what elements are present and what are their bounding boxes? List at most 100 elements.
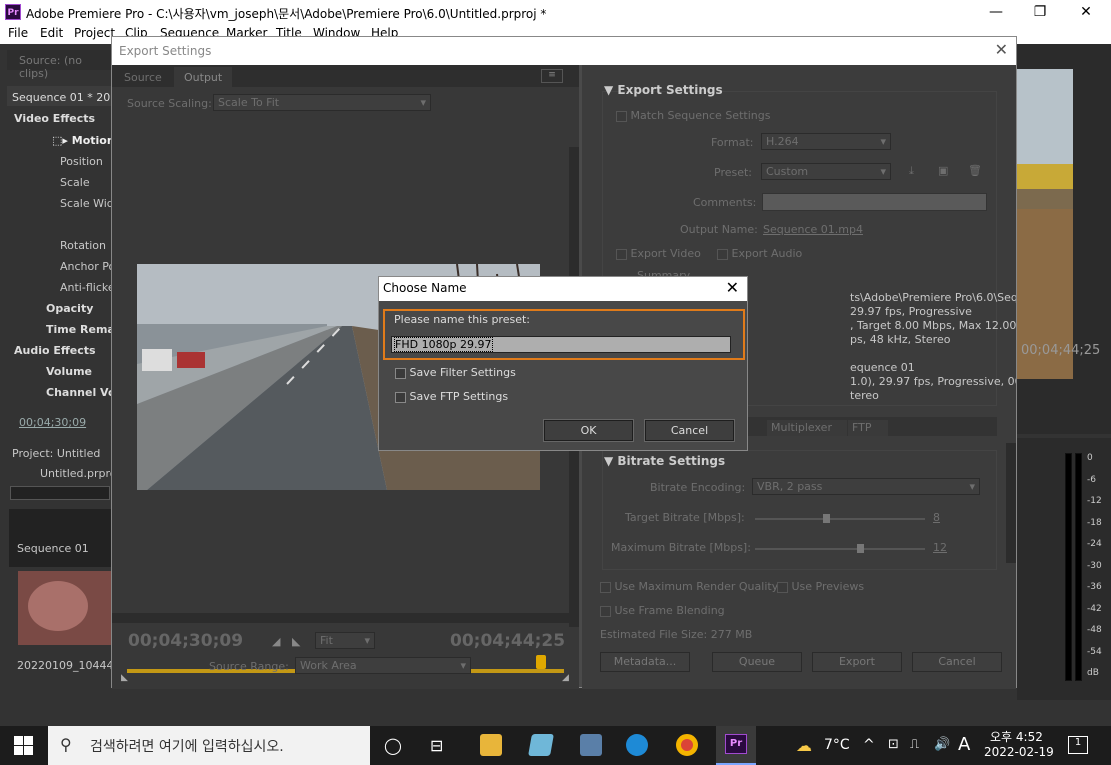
ime-indicator[interactable]: A [958,734,970,755]
preview-hscrollbar[interactable] [112,613,569,623]
windows-start-icon[interactable] [14,736,34,756]
sequence-thumbnail[interactable] [9,509,112,567]
format-select[interactable]: H.264 ▾ [761,133,891,150]
premiere-taskbar-button[interactable]: Pr [716,726,756,765]
maximize-button[interactable]: ❐ [1017,0,1063,24]
range-start-handle-icon[interactable]: ◣ [121,673,128,683]
cancel-button[interactable]: Cancel [912,652,1002,672]
choose-name-close-icon[interactable]: ✕ [726,278,739,297]
clip-thumbnail[interactable] [18,571,112,645]
comments-input[interactable] [762,193,987,211]
taskbar-search-box[interactable]: ⚲ 검색하려면 여기에 입력하십시오. [48,726,370,765]
tab-source[interactable]: Source [124,71,162,84]
bitrate-settings-heading[interactable]: ▼ Bitrate Settings [604,454,725,468]
file-explorer-icon[interactable] [480,734,502,756]
queue-button[interactable]: Queue [712,652,802,672]
target-bitrate-slider[interactable] [755,514,925,523]
minimize-button[interactable]: — [973,0,1019,24]
meter-scale-label: -36 [1087,582,1102,592]
settings-scrollbar[interactable] [1006,443,1016,563]
meter-scale-label: -18 [1087,517,1102,528]
target-bitrate-value[interactable]: 8 [933,511,940,524]
meter-scale-label: -54 [1087,646,1102,657]
max-bitrate-value[interactable]: 12 [933,541,947,554]
ok-button[interactable]: OK [543,419,634,442]
edge-browser-icon[interactable] [626,734,648,756]
export-video-label: Export Video [630,247,701,260]
chrome-browser-icon[interactable] [676,734,698,756]
project-tab[interactable]: Project: Untitled [12,447,100,460]
export-settings-heading[interactable]: ▼ Export Settings [604,83,723,97]
effect-controls-timecode[interactable]: 00;04;30;09 [19,416,86,429]
frame-blending-checkbox[interactable]: Use Frame Blending [600,604,725,617]
volume-icon[interactable]: 🔊 [934,737,950,752]
motion-effect[interactable]: ⬚▸ Motion [52,134,115,147]
range-end-handle-icon[interactable]: ◢ [562,673,569,683]
tab-output[interactable]: Output [174,67,232,87]
max-render-quality-checkbox[interactable]: Use Maximum Render Quality [600,580,778,593]
close-button[interactable]: ✕ [1063,0,1109,24]
clock-time[interactable]: 오후 4:52 [990,728,1043,745]
export-button[interactable]: Export [812,652,902,672]
weather-temp[interactable]: 7°C [824,737,850,753]
anchor-point-property[interactable]: Anchor Po [60,260,115,273]
bitrate-encoding-select[interactable]: VBR, 2 pass ▾ [752,478,980,495]
slider-thumb[interactable] [857,544,864,553]
scale-width-property[interactable]: Scale Wid [60,197,114,210]
chevron-up-icon[interactable]: ^ [863,737,875,753]
task-view-icon[interactable]: ◯ [384,736,402,755]
antiflicker-property[interactable]: Anti-flicke [60,281,115,294]
sequence-item-label[interactable]: Sequence 01 [17,542,89,555]
rotation-property[interactable]: Rotation [60,239,106,252]
panel-menu-icon[interactable]: ≡ [541,69,563,83]
import-preset-icon[interactable]: ▣ [938,164,948,177]
preset-name-value: FHD 1080p 29.97 [394,337,493,352]
source-range-select[interactable]: Work Area ▾ [295,657,471,674]
max-bitrate-slider[interactable] [755,544,925,553]
export-audio-checkbox[interactable]: Export Audio [717,247,802,260]
source-scaling-select[interactable]: Scale To Fit ▾ [213,94,431,111]
notification-icon[interactable]: 1 [1068,736,1088,754]
metadata-button[interactable]: Metadata... [600,652,690,672]
widgets-icon[interactable]: ⊟ [430,736,443,755]
menu-file[interactable]: File [8,26,28,40]
mark-out-icon[interactable]: ◣ [292,635,300,648]
calculator-icon[interactable] [580,734,602,756]
save-filter-settings-checkbox[interactable]: Save Filter Settings [395,366,516,379]
slider-thumb[interactable] [823,514,830,523]
timecode-in[interactable]: 00;04;30;09 [128,631,243,651]
save-ftp-settings-checkbox[interactable]: Save FTP Settings [395,390,508,403]
export-video-checkbox[interactable]: Export Video [616,247,701,260]
time-remap-effect[interactable]: Time Rema [46,323,115,336]
weather-icon[interactable]: ☁ [796,736,812,755]
clock-date[interactable]: 2022-02-19 [984,745,1054,759]
network-icon[interactable]: ⎍ [910,737,919,752]
delete-preset-icon[interactable]: 🗑 [968,164,982,177]
tab-ftp[interactable]: FTP [848,420,888,436]
preset-name-input[interactable]: FHD 1080p 29.97 [391,336,731,353]
preset-select[interactable]: Custom ▾ [761,163,891,180]
mark-in-icon[interactable]: ◢ [272,635,280,648]
scale-property[interactable]: Scale [60,176,90,189]
match-sequence-checkbox[interactable]: Match Sequence Settings [616,109,770,122]
fit-select[interactable]: Fit ▾ [315,632,375,649]
position-property[interactable]: Position [60,155,103,168]
menu-edit[interactable]: Edit [40,26,63,40]
menu-project[interactable]: Project [74,26,115,40]
output-name-link[interactable]: Sequence 01.mp4 [763,223,863,236]
tab-multiplexer[interactable]: Multiplexer [767,420,847,436]
volume-effect[interactable]: Volume [46,365,92,378]
playhead-icon[interactable] [536,655,546,669]
source-scaling-value: Scale To Fit [218,96,280,109]
source-panel-tab[interactable]: Source: (no clips) [7,50,112,80]
notes-app-icon[interactable] [528,734,554,756]
clip-item-label[interactable]: 20220109_10444... [17,659,124,672]
use-previews-checkbox[interactable]: Use Previews [777,580,864,593]
export-dialog-close-icon[interactable]: ✕ [995,40,1008,59]
project-search-input[interactable] [10,486,110,500]
choose-cancel-button[interactable]: Cancel [644,419,735,442]
save-preset-icon[interactable]: ⤓ [909,164,914,178]
device-icon[interactable]: ⊡ [888,737,899,752]
opacity-effect[interactable]: Opacity [46,302,93,315]
channel-volume-effect[interactable]: Channel Vol [46,386,119,399]
